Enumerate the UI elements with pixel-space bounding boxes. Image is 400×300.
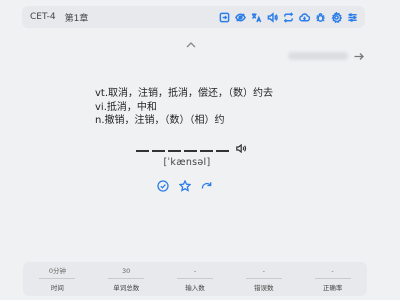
export-icon[interactable] <box>219 12 230 23</box>
toolbar-icons <box>219 11 365 23</box>
stat-divider <box>108 277 145 279</box>
stat-inputs: - 输入数 <box>161 267 230 292</box>
sound-icon[interactable] <box>267 11 278 23</box>
stat-value: 30 <box>122 266 131 275</box>
stat-value: - <box>193 266 197 275</box>
stat-errors: - 错误数 <box>229 267 298 292</box>
loop-icon[interactable] <box>283 11 294 23</box>
definition-line: vi.抵消，中和 <box>95 101 157 113</box>
letter-blank <box>168 150 181 152</box>
chevron-up-icon[interactable] <box>186 33 196 48</box>
stat-total-words: 30 单词总数 <box>92 267 161 292</box>
mark-known-icon[interactable] <box>157 177 169 192</box>
stats-bar: 0分钟 时间 30 单词总数 - 输入数 - 错误数 - 正确率 <box>23 262 367 296</box>
cloud-icon[interactable] <box>299 12 310 23</box>
stat-label: 输入数 <box>185 283 205 292</box>
letter-blank <box>184 150 197 152</box>
hide-icon[interactable] <box>235 12 246 23</box>
dictionary-selector[interactable]: CET-4 <box>30 12 56 22</box>
stat-label: 时间 <box>50 283 64 292</box>
word-actions <box>157 177 213 192</box>
stat-label: 正确率 <box>322 283 343 292</box>
typing-app: CET-4 第1章 vt.取消，注销，抵消，偿还，（数）约去 vi.抵消，中和 … <box>0 0 400 300</box>
phonetic: [ˈkænsəl] <box>163 157 211 168</box>
toolbar-left: CET-4 第1章 <box>22 11 88 24</box>
letter-blank <box>136 150 149 152</box>
stat-accuracy: - 正确率 <box>298 267 367 292</box>
letter-blank <box>152 150 165 152</box>
word-definitions: vt.取消，注销，抵消，偿还，（数）约去 vi.抵消，中和 n.撤销，注销，（数… <box>95 87 273 128</box>
stat-time: 0分钟 时间 <box>23 267 92 292</box>
letter-blank <box>200 150 213 152</box>
stat-value: - <box>262 266 265 275</box>
stat-value: 0分钟 <box>48 266 66 275</box>
definition-line: n.撤销，注销，（数）（相）约 <box>95 115 225 126</box>
stat-divider <box>245 277 282 279</box>
chapter-selector[interactable]: 第1章 <box>65 11 89 24</box>
stat-divider <box>314 277 351 279</box>
next-word-blurred <box>288 51 348 60</box>
menu-icon[interactable] <box>347 12 358 23</box>
skip-icon[interactable] <box>201 177 213 189</box>
stat-value: - <box>331 266 334 275</box>
stat-label: 单词总数 <box>113 283 140 292</box>
word-input-blanks[interactable] <box>136 150 229 152</box>
settings-icon[interactable] <box>331 11 342 23</box>
bug-icon[interactable] <box>315 12 326 23</box>
top-toolbar: CET-4 第1章 <box>22 6 365 28</box>
pronounce-icon[interactable] <box>236 138 247 154</box>
stat-divider <box>176 277 213 279</box>
stat-divider <box>39 277 76 279</box>
stat-label: 错误数 <box>254 283 274 292</box>
translate-icon[interactable] <box>251 12 262 23</box>
arrow-right-icon[interactable] <box>354 46 364 65</box>
definition-line: vt.取消，注销，抵消，偿还，（数）约去 <box>95 88 274 99</box>
letter-blank <box>216 150 229 152</box>
star-icon[interactable] <box>178 177 192 192</box>
next-word-preview[interactable] <box>288 46 364 65</box>
